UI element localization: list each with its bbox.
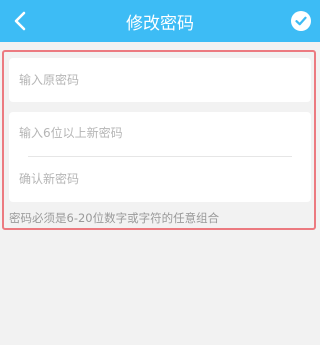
password-rule-hint: 密码必须是6-20位数字或字符的任意组合 bbox=[9, 211, 220, 225]
old-password-card bbox=[9, 58, 311, 102]
header-bar: 修改密码 bbox=[0, 0, 320, 42]
check-icon bbox=[295, 16, 307, 26]
page-title: 修改密码 bbox=[126, 13, 194, 34]
new-password-input[interactable] bbox=[19, 113, 301, 153]
back-button[interactable] bbox=[6, 7, 34, 35]
divider bbox=[28, 156, 292, 157]
confirm-button[interactable] bbox=[291, 11, 311, 31]
new-password-card bbox=[9, 112, 311, 202]
confirm-password-input[interactable] bbox=[19, 159, 301, 199]
old-password-input[interactable] bbox=[19, 60, 301, 100]
chevron-left-icon bbox=[14, 11, 26, 31]
